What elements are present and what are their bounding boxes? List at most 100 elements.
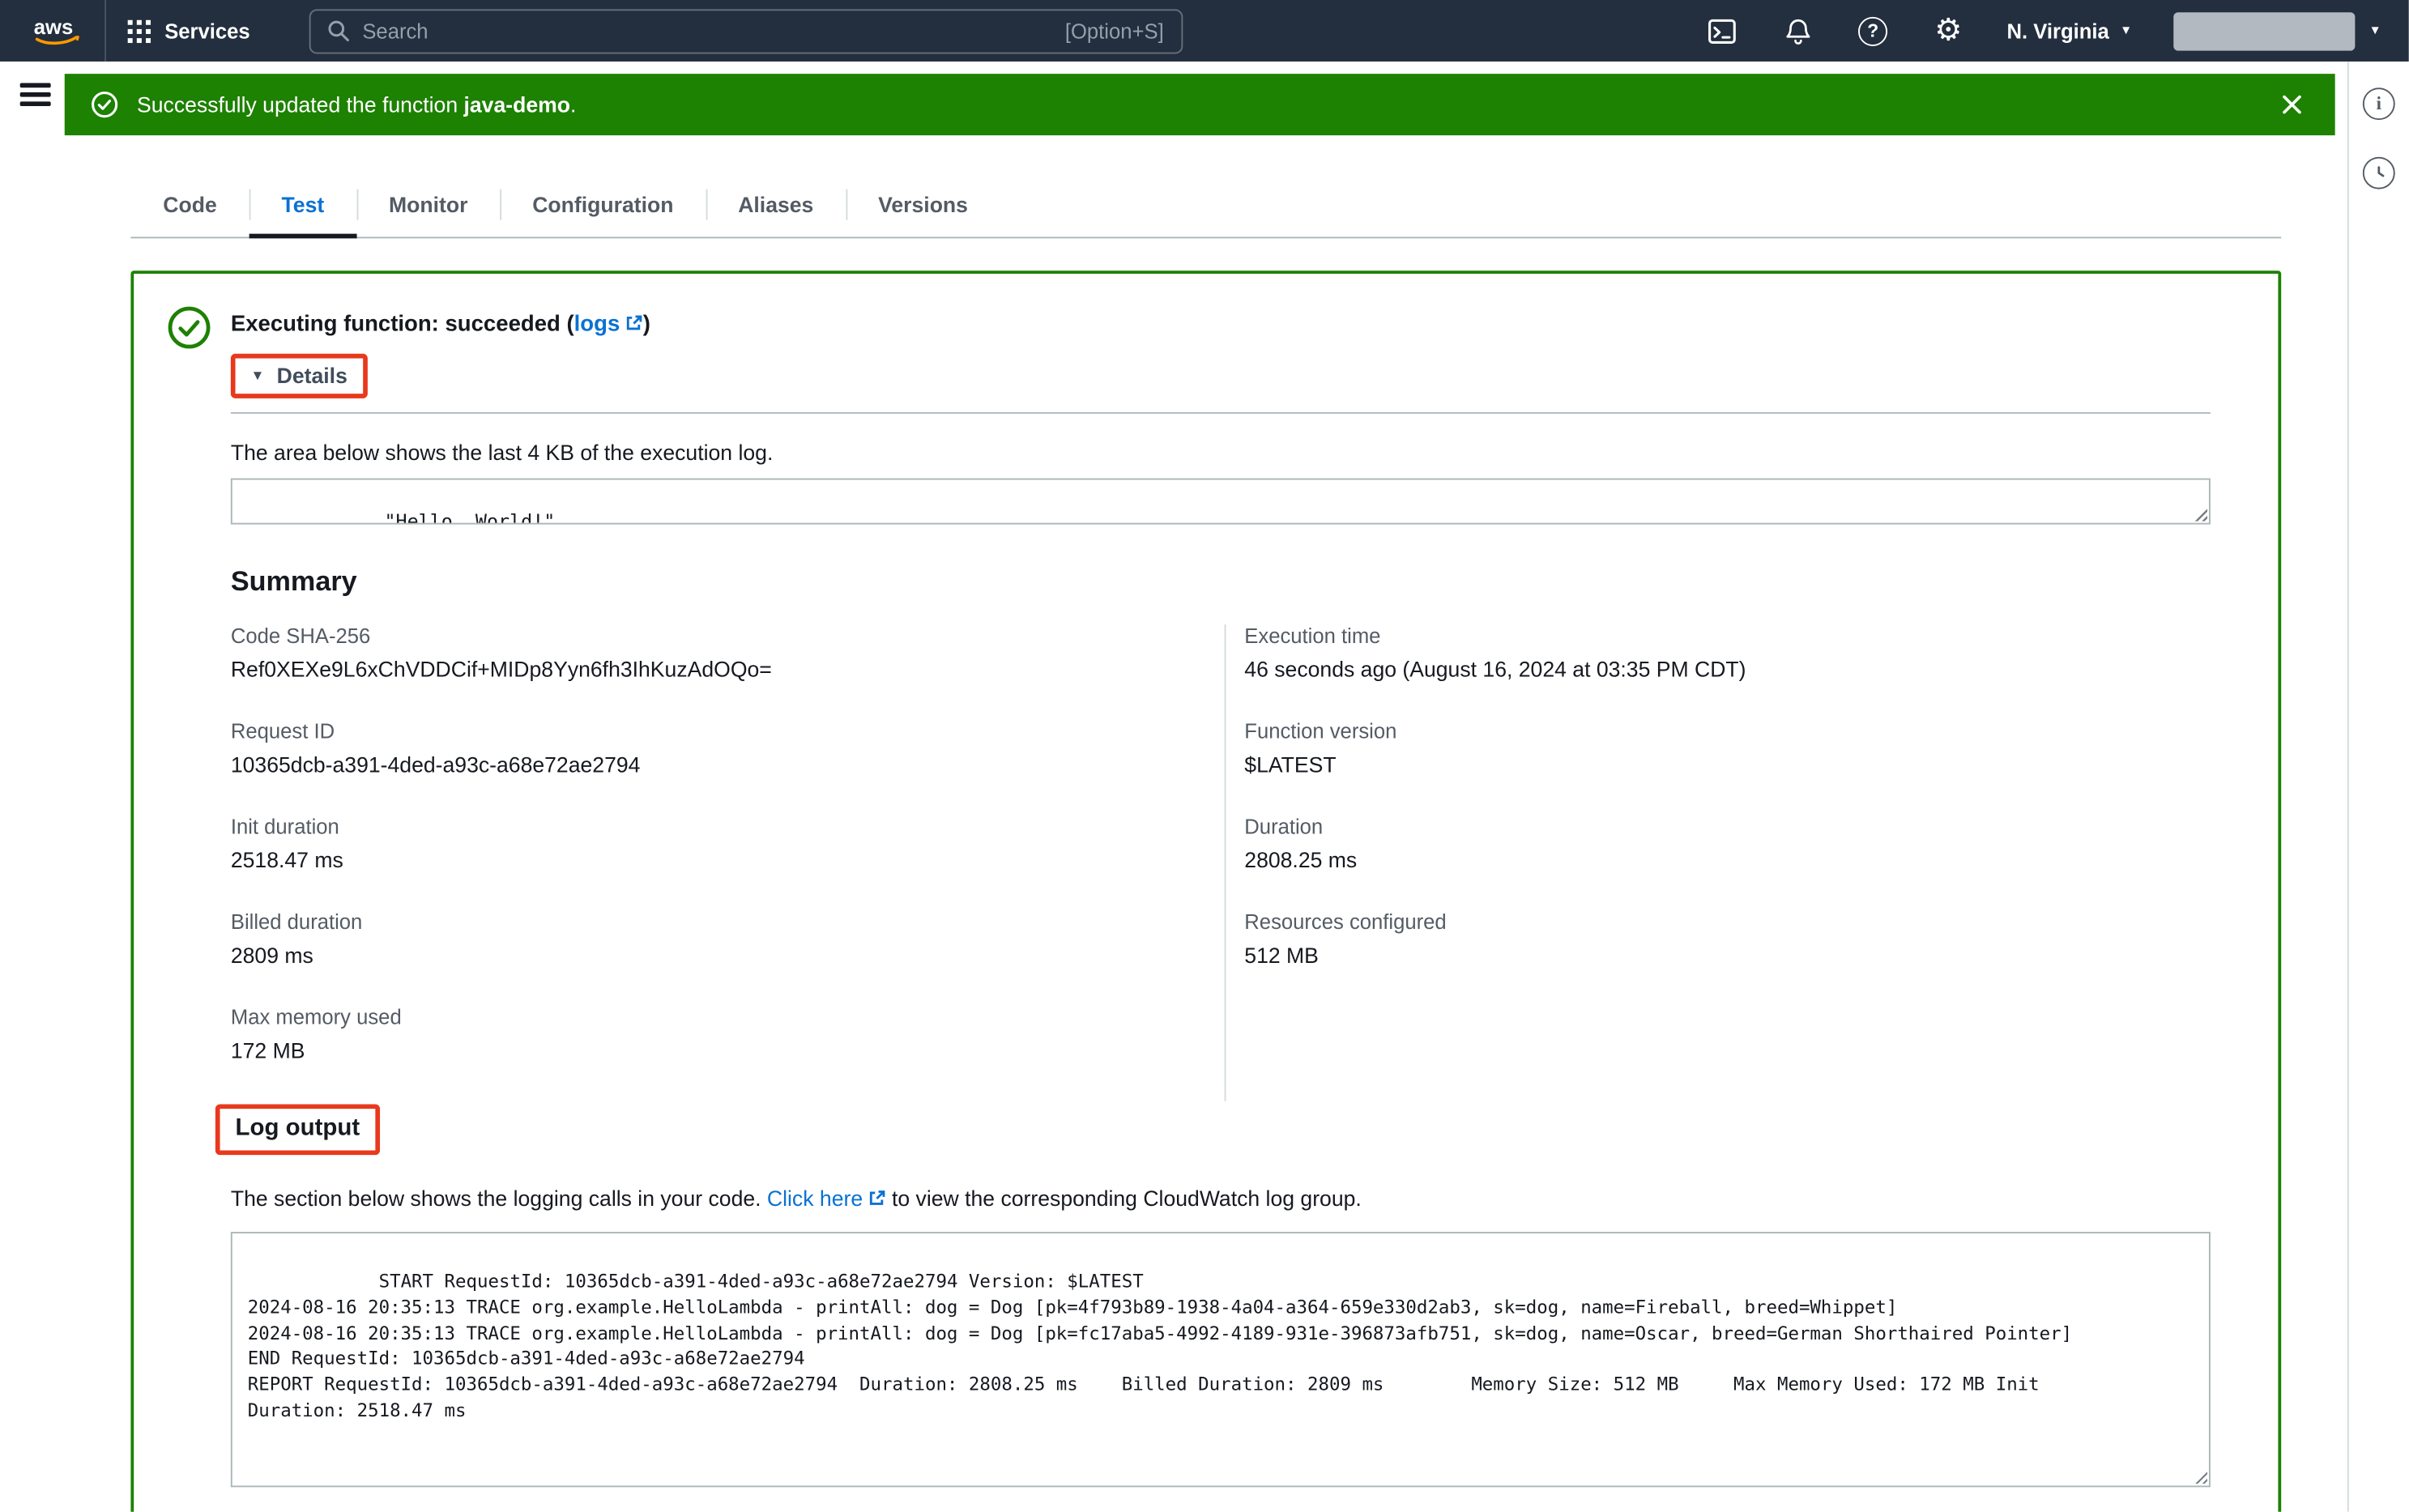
aws-logo-icon: aws [31,13,86,49]
settings-button[interactable]: ⚙ [1931,14,1965,48]
log-output-heading: Log output [215,1104,380,1155]
summary-pair: Billed duration 2809 ms [231,910,1225,967]
region-label: N. Virginia [2006,19,2108,42]
summary-pair: Request ID 10365dcb-a391-4ded-a93c-a68e7… [231,720,1225,777]
log-output-box[interactable]: START RequestId: 10365dcb-a391-4ded-a93c… [231,1232,2211,1487]
summary-label: Execution time [1244,624,2211,647]
notifications-button[interactable] [1780,14,1814,48]
search-shortcut-hint: [Option+S] [1065,19,1164,42]
search-input[interactable]: Search [Option+S] [309,8,1183,53]
tab-monitor[interactable]: Monitor [356,172,500,237]
info-icon: i [2377,92,2381,115]
summary-value: 2809 ms [231,943,1225,967]
summary-value: 2808.25 ms [1244,847,2211,871]
summary-left-column: Code SHA-256 Ref0XEXe9L6xChVDDCif+MIDp8Y… [231,624,1225,1101]
tab-code[interactable]: Code [130,172,249,237]
summary-heading: Summary [231,566,2211,598]
success-status-icon-wrap [168,305,211,1487]
summary-label: Duration [1244,815,2211,837]
summary-label: Resources configured [1244,910,2211,933]
logs-link[interactable]: logs [574,312,643,336]
summary-value: 10365dcb-a391-4ded-a93c-a68e72ae2794 [231,752,1225,777]
summary-value: 172 MB [231,1038,1225,1063]
summary-label: Request ID [231,720,1225,743]
close-icon [2281,94,2303,116]
details-row: ▼ Details [231,354,2211,398]
caret-down-icon: ▼ [251,368,265,383]
topbar-right-controls: ? ⚙ N. Virginia ▼ ▼ [1705,11,2390,49]
execution-log-box[interactable]: "Hello, World!" [231,479,2211,525]
log-output-heading-row: Log output [215,1104,2211,1155]
services-menu-button[interactable]: Services [104,0,271,62]
resize-handle-icon[interactable] [2192,506,2207,522]
cloudwatch-text: The section below shows the logging call… [231,1186,2211,1212]
details-toggle[interactable]: ▼ Details [231,354,368,398]
details-label: Details [277,363,347,387]
summary-label: Code SHA-256 [231,624,1225,647]
account-name-redacted [2173,11,2355,49]
summary-label: Function version [1244,720,2211,743]
page: aws Services Search [Option+S] [0,0,2409,1512]
function-name: java-demo [463,92,570,117]
account-menu[interactable]: ▼ [2173,11,2381,49]
chevron-down-icon: ▼ [2120,24,2132,36]
gear-icon: ⚙ [1934,15,1962,46]
tab-aliases[interactable]: Aliases [706,172,846,237]
services-label: Services [164,19,250,42]
function-tabs: Code Test Monitor Configuration Aliases … [130,172,2281,239]
side-secondary-button[interactable] [2363,157,2395,190]
summary-grid: Code SHA-256 Ref0XEXe9L6xChVDDCif+MIDp8Y… [231,624,2211,1101]
summary-label: Max memory used [231,1006,1225,1029]
main-content: Code Test Monitor Configuration Aliases … [65,154,2347,1512]
clock-icon [2370,164,2387,181]
summary-pair: Max memory used 172 MB [231,1006,1225,1063]
log-output-text: START RequestId: 10365dcb-a391-4ded-a93c… [248,1270,2072,1421]
region-selector[interactable]: N. Virginia ▼ [2006,19,2132,42]
last-4kb-text: The area below shows the last 4 KB of th… [231,440,2211,464]
cloudshell-button[interactable] [1705,14,1739,48]
tab-versions[interactable]: Versions [846,172,1000,237]
search-icon [327,20,349,42]
divider [231,412,2211,414]
execution-result-title: Executing function: succeeded (logs) [231,305,2211,339]
search-placeholder: Search [362,19,428,42]
summary-pair: Code SHA-256 Ref0XEXe9L6xChVDDCif+MIDp8Y… [231,624,1225,681]
question-icon: ? [1858,16,1887,45]
svg-text:aws: aws [34,15,73,38]
chevron-down-icon: ▼ [2369,24,2381,36]
summary-value: 512 MB [1244,943,2211,967]
resize-handle-icon[interactable] [2192,1468,2207,1484]
info-panel-button[interactable]: i [2363,87,2395,120]
banner-message: Successfully updated the function java-d… [137,92,576,117]
banner-close-button[interactable] [2275,87,2309,121]
tab-test[interactable]: Test [249,172,356,237]
sidebar-toggle-button[interactable] [20,83,51,109]
summary-label: Billed duration [231,910,1225,933]
right-tool-rail: i [2347,62,2409,1512]
check-circle-icon [168,306,211,349]
summary-right-column: Execution time 46 seconds ago (August 16… [1225,624,2211,1101]
aws-logo[interactable]: aws [19,13,99,49]
terminal-icon [1708,16,1737,45]
grid-icon [128,19,151,42]
summary-value: $LATEST [1244,752,2211,777]
summary-value: 2518.47 ms [231,847,1225,871]
summary-value: 46 seconds ago (August 16, 2024 at 03:35… [1244,657,2211,681]
summary-label: Init duration [231,815,1225,837]
external-link-icon [625,313,643,338]
summary-pair: Function version $LATEST [1244,720,2211,777]
tab-configuration[interactable]: Configuration [500,172,706,237]
success-flash-banner: Successfully updated the function java-d… [65,74,2335,135]
execution-log-text: "Hello, World!" [384,510,555,524]
execution-result-panel: Executing function: succeeded (logs) ▼ D… [130,270,2281,1511]
check-circle-icon [91,91,118,118]
summary-value: Ref0XEXe9L6xChVDDCif+MIDp8Yyn6fh3IhKuzAd… [231,657,1225,681]
click-here-link[interactable]: Click here [767,1186,886,1210]
summary-pair: Resources configured 512 MB [1244,910,2211,967]
bell-icon [1784,16,1811,45]
summary-pair: Duration 2808.25 ms [1244,815,2211,871]
help-button[interactable]: ? [1856,14,1890,48]
top-navigation-bar: aws Services Search [Option+S] [0,0,2409,62]
summary-pair: Execution time 46 seconds ago (August 16… [1244,624,2211,681]
hamburger-icon [20,83,51,87]
